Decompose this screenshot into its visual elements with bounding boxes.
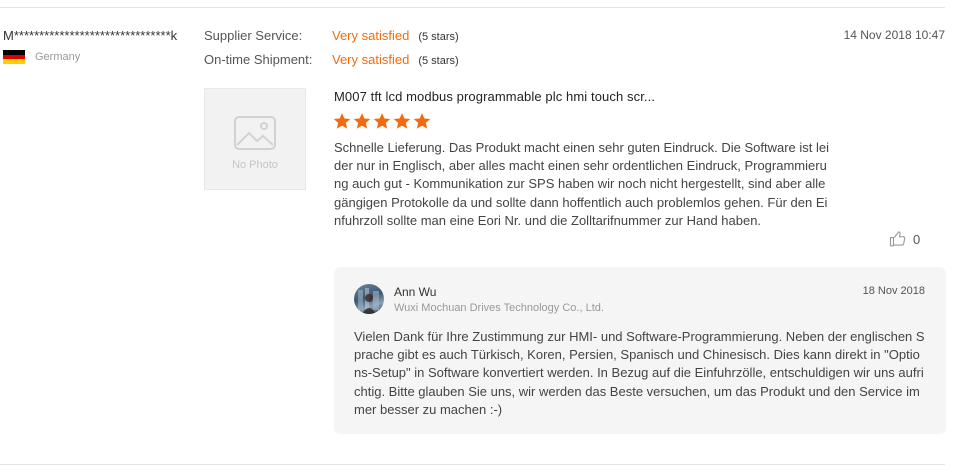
star-icon [373,113,391,129]
product-star-rating [333,112,431,130]
flag-stripe-gold [3,59,25,65]
reply-company: Wuxi Mochuan Drives Technology Co., Ltd. [394,302,604,314]
supplier-reply: Ann Wu Wuxi Mochuan Drives Technology Co… [334,267,946,434]
product-title-link[interactable]: M007 tft lcd modbus programmable plc hmi… [334,89,655,104]
review-text: Schnelle Lieferung. Das Produkt macht ei… [334,140,829,228]
thumbs-up-icon [889,231,906,247]
avatar-photo-icon [358,288,379,314]
germany-flag-icon [3,50,25,65]
rating-label: On-time Shipment: [204,52,313,67]
reply-text: Vielen Dank für Ihre Zustimmung zur HMI-… [354,329,925,417]
star-icon [333,113,351,129]
bottom-divider [0,464,945,465]
top-divider [0,7,945,8]
avatar [354,284,384,314]
product-photo-placeholder[interactable]: No Photo [204,88,306,190]
rating-row-on-time-shipment: On-time Shipment: Very satisfied (5 star… [204,52,459,76]
rating-row-supplier-service: Supplier Service: Very satisfied (5 star… [204,28,459,52]
rating-label: Supplier Service: [204,28,303,43]
like-count: 0 [913,231,921,247]
star-icon [353,113,371,129]
rating-stars-count: (5 stars) [418,55,459,67]
reply-author-name: Ann Wu [394,285,437,299]
rating-value: Very satisfied [332,52,410,67]
buyer-name: M*******************************k [3,28,178,43]
buyer-country: Germany [3,50,198,65]
star-icon [393,113,411,129]
like-button[interactable]: 0 [889,230,920,248]
supplier-ratings: Supplier Service: Very satisfied (5 star… [204,28,459,76]
reply-date: 18 Nov 2018 [862,285,925,297]
buyer-info: M*******************************k German… [3,28,198,65]
image-placeholder-icon [234,116,276,150]
country-name: Germany [35,51,81,63]
rating-value: Very satisfied [332,28,410,43]
rating-stars-count: (5 stars) [418,31,459,43]
review-date: 14 Nov 2018 10:47 [843,28,945,42]
star-icon [413,113,431,129]
no-photo-label: No Photo [232,159,278,171]
